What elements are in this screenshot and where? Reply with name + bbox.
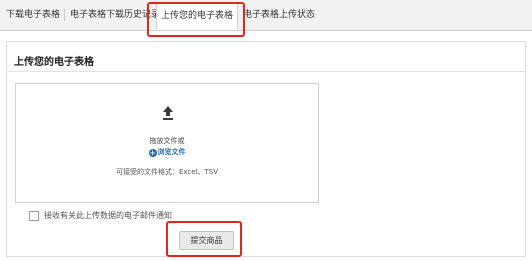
browse-files-label: 浏览文件: [157, 148, 186, 156]
tab-download-spreadsheet[interactable]: 下载电子表格: [4, 4, 62, 26]
drag-drop-text: 拖放文件或: [149, 137, 185, 145]
section-title: 上传您的电子表格: [14, 57, 94, 68]
email-notification-label[interactable]: 接收有关此上传数据的电子邮件通知: [44, 210, 172, 221]
browse-files-link[interactable]: + 浏览文件: [15, 147, 319, 157]
tab-bar: 下载电子表格 电子表格下载历史记录 上传您的电子表格 电子表格上传状态: [0, 0, 532, 31]
tab-upload-status[interactable]: 电子表格上传状态: [240, 4, 318, 26]
section-divider: [6, 71, 526, 72]
submit-products-button[interactable]: 提交商品: [179, 231, 234, 250]
tab-separator: [64, 9, 65, 21]
upload-arrow-icon: [163, 106, 173, 120]
tab-upload-spreadsheet[interactable]: 上传您的电子表格: [156, 3, 238, 30]
tab-download-history[interactable]: 电子表格下载历史记录: [70, 4, 160, 26]
accepted-formats-text: 可接受的文件格式：Excel、TSV: [115, 168, 219, 176]
email-notification-checkbox[interactable]: [29, 211, 39, 221]
plus-circle-icon: +: [148, 149, 157, 157]
